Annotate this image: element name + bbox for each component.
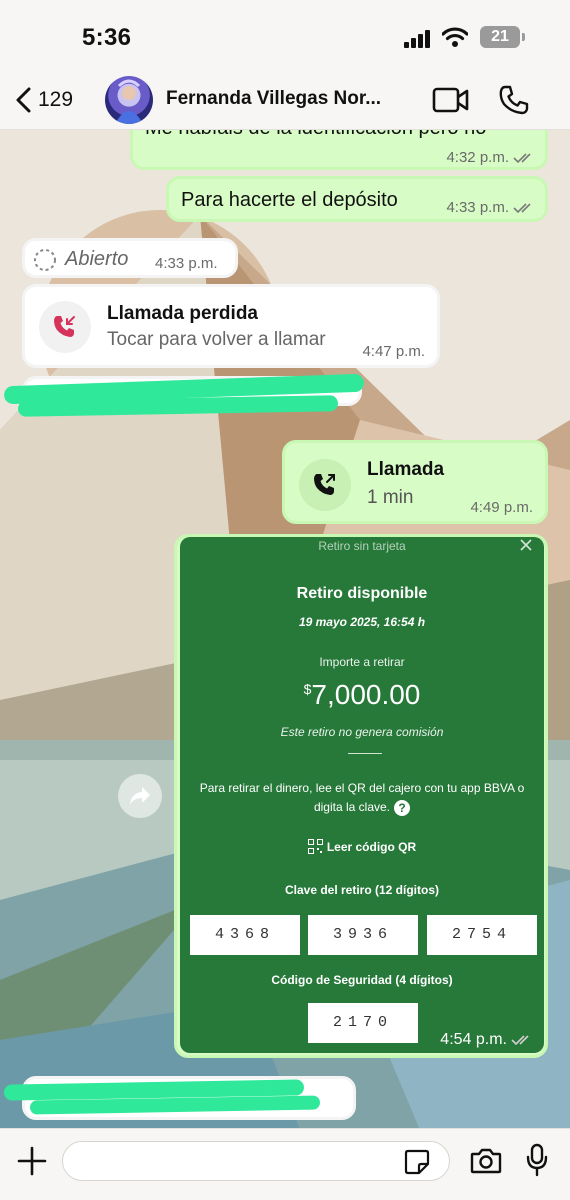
code-label: Clave del retiro (12 dígitos) — [284, 883, 440, 897]
back-button[interactable]: 129 — [14, 84, 73, 116]
double-check-icon — [513, 202, 531, 213]
attach-button[interactable] — [16, 1145, 48, 1177]
message-time: 4:54 p.m. — [440, 1031, 533, 1049]
double-check-icon — [511, 1035, 529, 1046]
missed-call-title: Llamada perdida — [107, 303, 258, 324]
wifi-icon — [442, 27, 468, 47]
message-time: 4:32 p.m. — [446, 149, 535, 166]
sticker-button[interactable] — [404, 1149, 430, 1175]
amount-value: 7,000.00 — [311, 679, 421, 710]
message-time: 4:33 p.m. — [155, 255, 218, 272]
outgoing-call-icon — [314, 474, 335, 495]
status-time: 5:36 — [82, 24, 132, 51]
chat-header: 129 Fernanda Villegas Nor... — [0, 70, 570, 130]
bbva-withdrawal-card: Retiro sin tarjeta Retiro disponible 19 … — [180, 537, 544, 1053]
input-bar — [0, 1128, 570, 1200]
withdrawal-code-part: 2754 — [427, 915, 537, 955]
card-date: 19 mayo 2025, 16:54 h — [298, 615, 426, 629]
close-icon[interactable] — [520, 539, 532, 551]
status-text: Abierto — [65, 248, 129, 270]
message-incoming-status[interactable]: Abierto 4:33 p.m. — [22, 238, 238, 278]
microphone-button[interactable] — [526, 1143, 548, 1177]
instructions-text: Para retirar el dinero, lee el QR del ca… — [188, 779, 536, 817]
message-image-bbva[interactable]: Retiro sin tarjeta Retiro disponible 19 … — [174, 534, 548, 1058]
security-label: Código de Seguridad (4 dígitos) — [271, 973, 453, 987]
camera-button[interactable] — [470, 1147, 502, 1175]
double-check-icon — [513, 152, 531, 163]
unread-count: 129 — [38, 88, 74, 111]
message-time: 4:49 p.m. — [470, 499, 533, 516]
status-bar: 5:36 21 — [0, 0, 570, 70]
amount-label: Importe a retirar — [319, 655, 405, 669]
qr-label: Leer código QR — [326, 839, 417, 854]
call-title: Llamada — [367, 459, 445, 480]
call-icon-wrap — [299, 459, 351, 511]
withdrawal-code-part: 3936 — [308, 915, 418, 955]
message-time: 4:33 p.m. — [446, 199, 535, 216]
help-icon[interactable]: ? — [394, 799, 411, 816]
qr-code-icon — [307, 839, 323, 855]
forward-icon — [130, 787, 150, 805]
message-text: Para hacerte el depósito — [181, 189, 398, 211]
call-duration: 1 min — [367, 487, 414, 508]
chevron-left-icon — [16, 87, 31, 113]
avatar[interactable] — [105, 76, 153, 124]
message-input[interactable] — [62, 1141, 450, 1181]
instructions-body: Para retirar el dinero, lee el QR del ca… — [199, 781, 525, 814]
forward-button[interactable] — [118, 774, 162, 818]
card-top-title: Retiro sin tarjeta — [318, 539, 406, 553]
signal-icon — [404, 30, 434, 48]
message-time: 4:47 p.m. — [362, 343, 425, 360]
battery-indicator: 21 — [480, 26, 520, 48]
missed-call-icon — [54, 316, 75, 337]
card-title: Retiro disponible — [296, 585, 428, 602]
message-time-text: 4:33 p.m. — [446, 199, 509, 216]
video-call-button[interactable] — [432, 86, 470, 114]
withdrawal-code-part: 4368 — [190, 915, 300, 955]
avatar-image — [115, 79, 143, 124]
no-fee-text: Este retiro no genera comisión — [280, 725, 444, 739]
message-call[interactable]: Llamada 1 min 4:49 p.m. — [282, 440, 548, 524]
view-once-icon — [34, 249, 56, 271]
battery-tip — [522, 33, 525, 41]
currency-symbol: $ — [303, 681, 312, 697]
qr-link[interactable]: Leer código QR — [180, 839, 544, 855]
phone-call-button[interactable] — [498, 84, 530, 116]
amount-row: $7,000.00 — [180, 679, 544, 711]
missed-call-icon-wrap — [39, 301, 91, 353]
security-code: 2170 — [308, 1003, 418, 1043]
message-missed-call[interactable]: Llamada perdida Tocar para volver a llam… — [22, 284, 440, 368]
missed-call-subtitle: Tocar para volver a llamar — [107, 329, 326, 350]
message-time-text: 4:54 p.m. — [440, 1031, 507, 1048]
contact-name[interactable]: Fernanda Villegas Nor... — [166, 88, 416, 110]
divider — [348, 753, 382, 754]
message-time-text: 4:32 p.m. — [446, 149, 509, 166]
message-outgoing[interactable]: Para hacerte el depósito 4:33 p.m. — [166, 176, 548, 222]
